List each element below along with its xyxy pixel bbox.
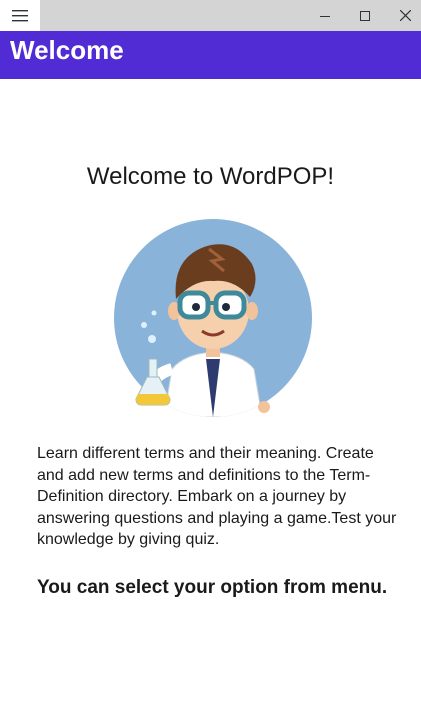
page-title: Welcome [10, 35, 124, 65]
app-description: Learn different terms and their meaning.… [37, 445, 397, 548]
menu-button[interactable] [0, 0, 40, 31]
page-header: Welcome [0, 31, 421, 79]
close-button[interactable] [385, 0, 421, 31]
minimize-icon [320, 15, 330, 17]
welcome-heading: Welcome to WordPOP! [86, 163, 335, 190]
hamburger-icon [12, 9, 28, 21]
window-titlebar [0, 0, 421, 42]
minimize-button[interactable] [305, 0, 345, 31]
scientist-illustration [114, 219, 312, 417]
maximize-button[interactable] [345, 0, 385, 31]
maximize-icon [360, 10, 370, 21]
close-icon [399, 10, 411, 21]
menu-hint-text: You can select your option from menu. [37, 577, 388, 598]
